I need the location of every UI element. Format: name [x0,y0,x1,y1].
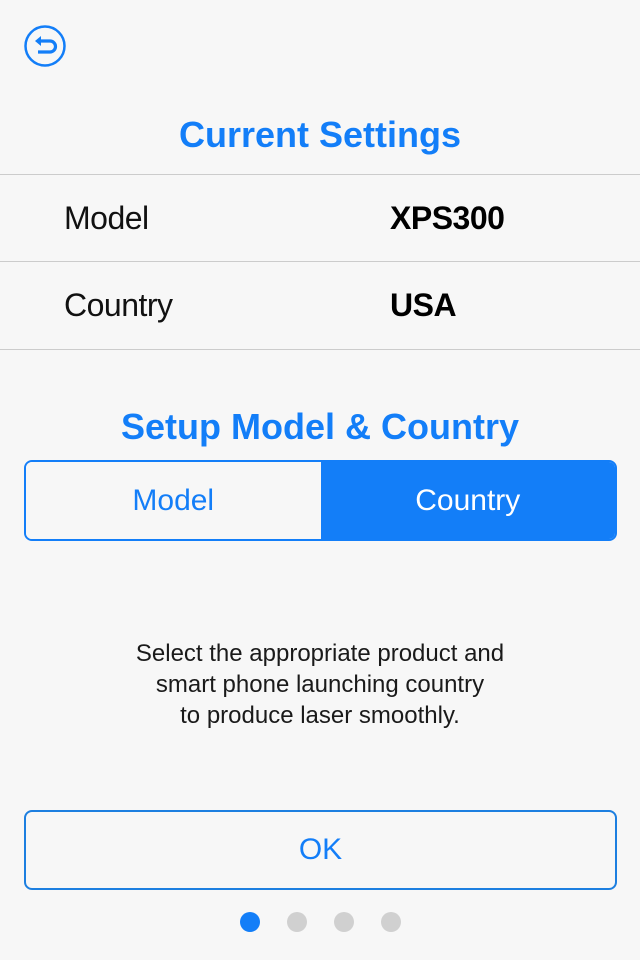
ok-button[interactable]: OK [24,810,617,890]
setup-title: Setup Model & Country [121,406,519,447]
setting-label: Country [64,287,173,323]
setting-row-country: Country USA [0,262,640,349]
page-dot-3[interactable] [333,912,354,932]
page-dot-4[interactable] [380,912,401,932]
segment-country[interactable]: Country [320,462,615,539]
current-settings-title: Current Settings [178,114,462,155]
description-line: smart phone launching country [155,671,485,698]
model-country-segmented-control: Model Country [24,460,617,541]
setting-value: XPS300 [390,200,505,236]
page-indicator [0,912,640,932]
setting-value: USA [390,287,457,323]
setting-row-model: Model XPS300 [0,175,640,262]
setting-label: Model [64,200,149,236]
segment-model[interactable]: Model [26,462,321,539]
page-dot-2[interactable] [286,912,307,932]
description-line: to produce laser smoothly. [180,702,460,729]
page-dot-1[interactable] [239,912,260,932]
back-undo-arrow-icon [24,25,66,67]
divider [0,349,640,350]
description-line: Select the appropriate product and [135,640,505,667]
setup-description: Select the appropriate product and smart… [0,638,640,731]
back-button[interactable] [24,25,66,67]
